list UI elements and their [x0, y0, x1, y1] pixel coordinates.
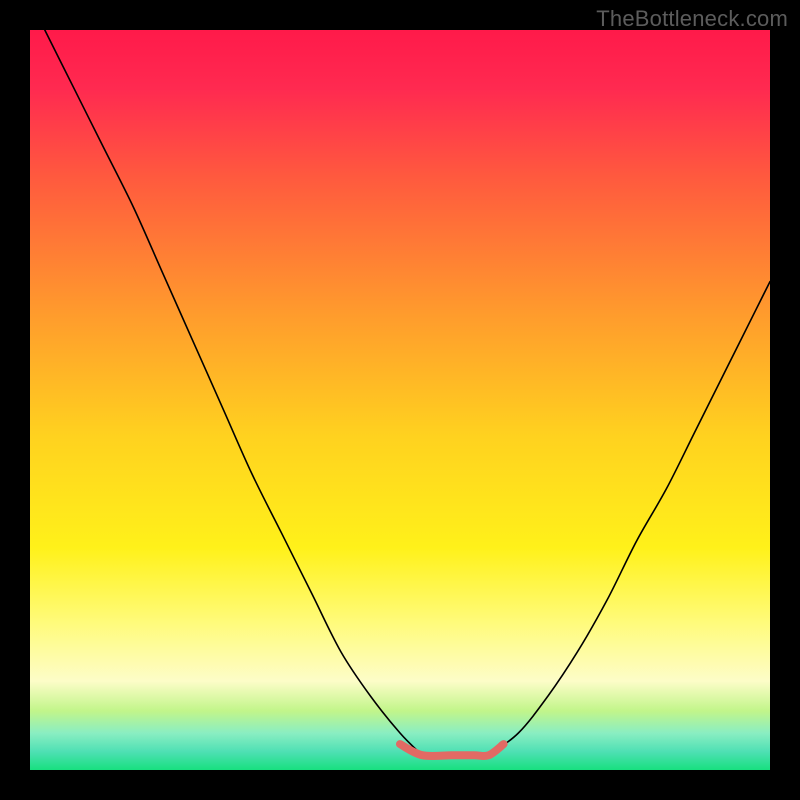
bottleneck-chart: [0, 0, 800, 800]
plot-background: [30, 30, 770, 770]
watermark-text: TheBottleneck.com: [596, 6, 788, 32]
chart-stage: TheBottleneck.com: [0, 0, 800, 800]
